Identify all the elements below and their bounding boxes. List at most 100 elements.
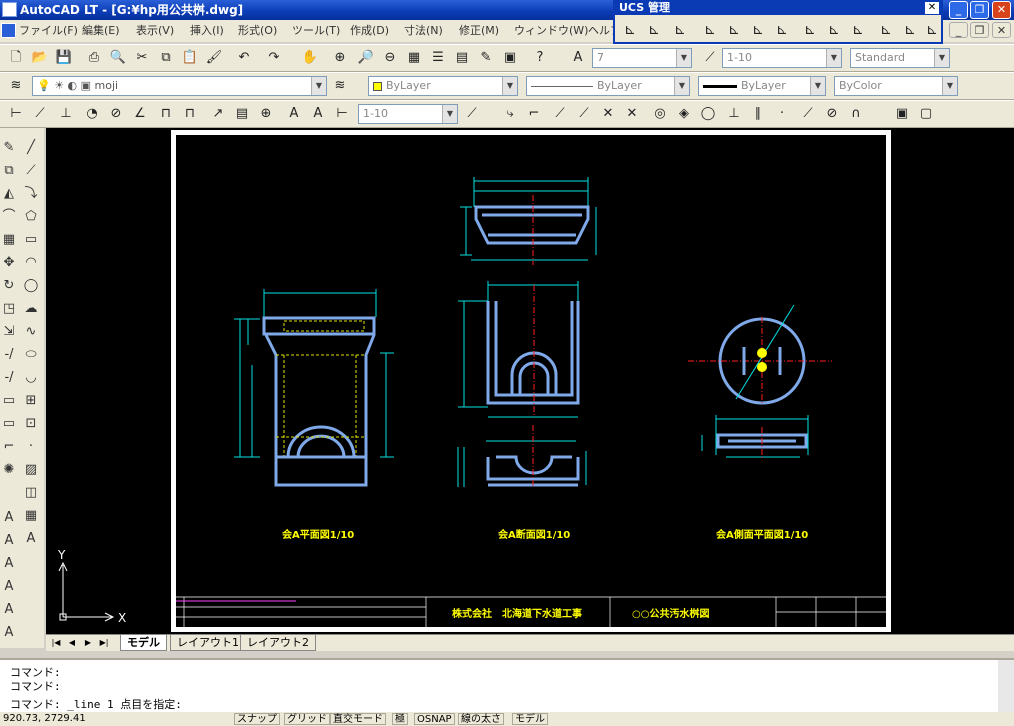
- continue-dim-icon[interactable]: ⊓: [180, 104, 200, 124]
- rotate-icon[interactable]: ↻: [0, 276, 18, 296]
- menu-format[interactable]: 形式(O): [238, 20, 277, 42]
- tool-palette-icon[interactable]: ▤: [452, 48, 472, 68]
- ucs-manager-icon[interactable]: ⊾: [921, 19, 943, 41]
- snap-nearest-icon[interactable]: ⟋: [798, 104, 818, 124]
- aligned-dim-icon[interactable]: ⟋: [30, 104, 50, 124]
- layer-manager-icon[interactable]: ≋: [6, 76, 26, 96]
- drawing-frame[interactable]: 会A平面図1/10 会A断面図1/10 会A側面平面図1/10 株式会社 北海道…: [176, 135, 886, 627]
- circle-icon[interactable]: ◯: [22, 276, 40, 296]
- baseline-dim-icon[interactable]: ⊓: [156, 104, 176, 124]
- mirror-icon[interactable]: ◭: [0, 184, 18, 204]
- zoom-window-icon[interactable]: 🔎: [356, 48, 376, 68]
- move-icon[interactable]: ✥: [0, 253, 18, 273]
- model-toggle[interactable]: モデル: [512, 713, 548, 725]
- diameter-dim-icon[interactable]: ⊘: [106, 104, 126, 124]
- paste-icon[interactable]: 📋: [180, 48, 200, 68]
- menu-insert[interactable]: 挿入(I): [190, 20, 224, 42]
- fillet-icon[interactable]: ⌐: [0, 437, 18, 457]
- dim-style-combo[interactable]: Standard ▼: [850, 48, 950, 68]
- dim-update-icon[interactable]: ⊢: [332, 104, 352, 124]
- dim-edit-icon[interactable]: A: [284, 104, 304, 124]
- snap-midpoint-icon[interactable]: ⟋: [574, 104, 594, 124]
- menu-file[interactable]: ファイル(F): [19, 20, 78, 42]
- command-prompt-line[interactable]: コマンド: _line 1 点目を指定:: [10, 696, 182, 712]
- text-icon[interactable]: A: [0, 508, 18, 528]
- snap-center-icon[interactable]: ◎: [650, 104, 670, 124]
- lineweight-combo[interactable]: ByLayer ▼: [698, 76, 826, 96]
- offset-icon[interactable]: ⌒: [0, 207, 18, 227]
- menu-tools[interactable]: ツール(T): [292, 20, 340, 42]
- osnap-settings-icon[interactable]: ∩: [846, 104, 866, 124]
- break-icon[interactable]: ▭: [0, 391, 18, 411]
- ucs-origin-icon[interactable]: ⊾: [747, 19, 769, 41]
- text-style-icon[interactable]: A: [568, 48, 588, 68]
- explode-icon[interactable]: ✺: [0, 460, 18, 480]
- lineweight-toggle[interactable]: 線の太さ: [458, 713, 504, 725]
- last-tab-icon[interactable]: ▶|: [98, 637, 110, 649]
- side-section-view[interactable]: [701, 415, 809, 459]
- ucs-z-icon[interactable]: ⊾: [847, 19, 869, 41]
- dim-scale-combo-2[interactable]: 1-10 ▼: [358, 104, 458, 124]
- ortho-toggle[interactable]: 直交モード: [330, 713, 386, 725]
- ucs-viewport-icon[interactable]: ▣: [892, 104, 912, 124]
- ucs-view-icon[interactable]: ⊾: [723, 19, 745, 41]
- stretch-icon[interactable]: ⇲: [0, 322, 18, 342]
- snap-node-icon[interactable]: ·: [772, 104, 792, 124]
- snap-temp-icon[interactable]: ⤷: [500, 104, 520, 124]
- calc-icon[interactable]: ▣: [500, 48, 520, 68]
- grid-toggle[interactable]: グリッド: [284, 713, 330, 725]
- insert-block-icon[interactable]: ⊞: [22, 391, 40, 411]
- viewport-icon[interactable]: ▢: [916, 104, 936, 124]
- array-icon[interactable]: ▦: [0, 230, 18, 250]
- plan-view[interactable]: [234, 289, 394, 487]
- make-block-icon[interactable]: ⊡: [22, 414, 40, 434]
- cut-icon[interactable]: ✂: [132, 48, 152, 68]
- text-icon-2[interactable]: A: [0, 531, 18, 551]
- ucs-x-icon[interactable]: ⊾: [799, 19, 821, 41]
- snap-toggle[interactable]: スナップ: [234, 713, 280, 725]
- design-center-icon[interactable]: ▦: [404, 48, 424, 68]
- leader-icon[interactable]: ↗: [208, 104, 228, 124]
- ucs-close-icon[interactable]: ✕: [925, 2, 939, 14]
- snap-quadrant-icon[interactable]: ◈: [674, 104, 694, 124]
- text-justify-icon[interactable]: A: [0, 623, 18, 643]
- ucs-face-icon[interactable]: ⊾: [669, 19, 691, 41]
- radius-dim-icon[interactable]: ◔: [82, 104, 102, 124]
- redo-icon[interactable]: ↷: [264, 48, 284, 68]
- tab-layout2[interactable]: レイアウト2: [240, 635, 316, 651]
- scale-icon[interactable]: ◳: [0, 299, 18, 319]
- linear-dim-icon[interactable]: ⊢: [6, 104, 26, 124]
- center-mark-icon[interactable]: ⊕: [256, 104, 276, 124]
- snap-perpendicular-icon[interactable]: ⊥: [724, 104, 744, 124]
- preview-icon[interactable]: 🔍: [108, 48, 128, 68]
- save-icon[interactable]: 💾: [54, 48, 74, 68]
- color-combo[interactable]: ByLayer ▼: [368, 76, 518, 96]
- snap-none-icon[interactable]: ⊘: [822, 104, 842, 124]
- polar-toggle[interactable]: 極: [392, 713, 408, 725]
- menu-draw[interactable]: 作成(D): [350, 20, 389, 42]
- dim-style-manager-icon[interactable]: ⟋: [462, 104, 482, 124]
- match-properties-icon[interactable]: 🖌: [204, 48, 224, 68]
- angular-dim-icon[interactable]: ∠: [130, 104, 150, 124]
- rectangle-icon[interactable]: ▭: [22, 230, 40, 250]
- doc-minimize-button[interactable]: _: [949, 22, 968, 38]
- title-block[interactable]: 株式会社 北海道下水道工事 ○○公共汚水桝図: [176, 596, 886, 627]
- menu-view[interactable]: 表示(V): [136, 20, 174, 42]
- next-tab-icon[interactable]: ▶: [82, 637, 94, 649]
- copy-object-icon[interactable]: ⧉: [0, 161, 18, 181]
- ucs-zaxis-icon[interactable]: ⊾: [771, 19, 793, 41]
- text-style-icon-2[interactable]: A: [0, 554, 18, 574]
- line-icon[interactable]: ╱: [22, 138, 40, 158]
- snap-endpoint-icon[interactable]: ⟋: [550, 104, 570, 124]
- ucs-previous-icon[interactable]: ⊾: [643, 19, 665, 41]
- menu-window[interactable]: ウィンドウ(W): [514, 20, 588, 42]
- top-view[interactable]: [460, 177, 597, 265]
- plot-icon[interactable]: ⎙: [84, 48, 104, 68]
- open-file-icon[interactable]: 📂: [30, 48, 50, 68]
- polygon-icon[interactable]: ⬠: [22, 207, 40, 227]
- osnap-toggle[interactable]: OSNAP: [414, 713, 455, 725]
- maximize-button[interactable]: ❐: [970, 1, 989, 19]
- doc-restore-button[interactable]: ❐: [970, 22, 989, 38]
- prev-tab-icon[interactable]: ◀: [66, 637, 78, 649]
- menu-dimension[interactable]: 寸法(N): [404, 20, 443, 42]
